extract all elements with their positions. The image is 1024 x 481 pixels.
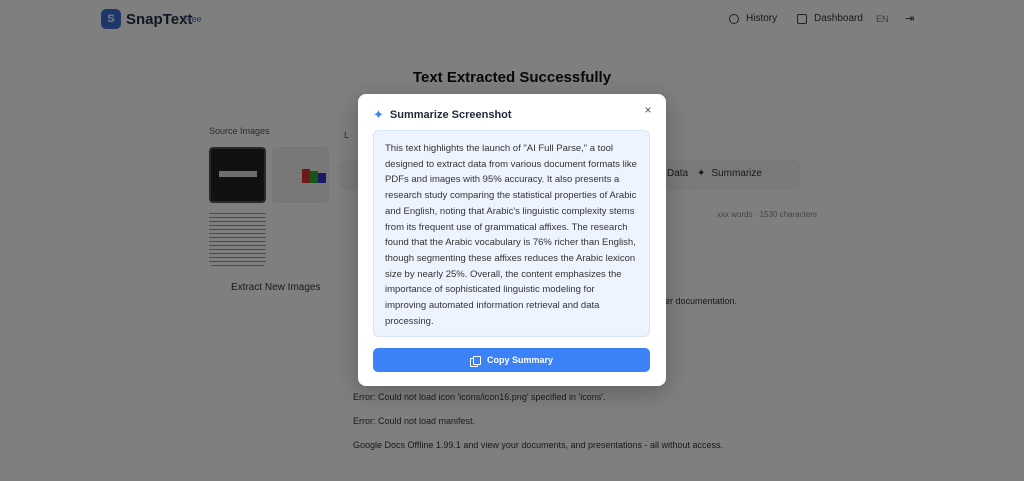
summarize-modal: ✦ Summarize Screenshot × This text highl… — [358, 94, 666, 386]
sparkle-icon: ✦ — [373, 107, 384, 122]
summary-text: This text highlights the launch of "AI F… — [385, 143, 637, 327]
copy-summary-button[interactable]: Copy Summary — [373, 348, 650, 372]
modal-header: ✦ Summarize Screenshot — [373, 108, 512, 121]
summary-box: This text highlights the launch of "AI F… — [373, 130, 650, 337]
copy-summary-label: Copy Summary — [486, 355, 554, 365]
copy-icon — [469, 355, 481, 367]
modal-title: Summarize Screenshot — [389, 108, 512, 121]
close-button[interactable]: × — [641, 103, 655, 117]
